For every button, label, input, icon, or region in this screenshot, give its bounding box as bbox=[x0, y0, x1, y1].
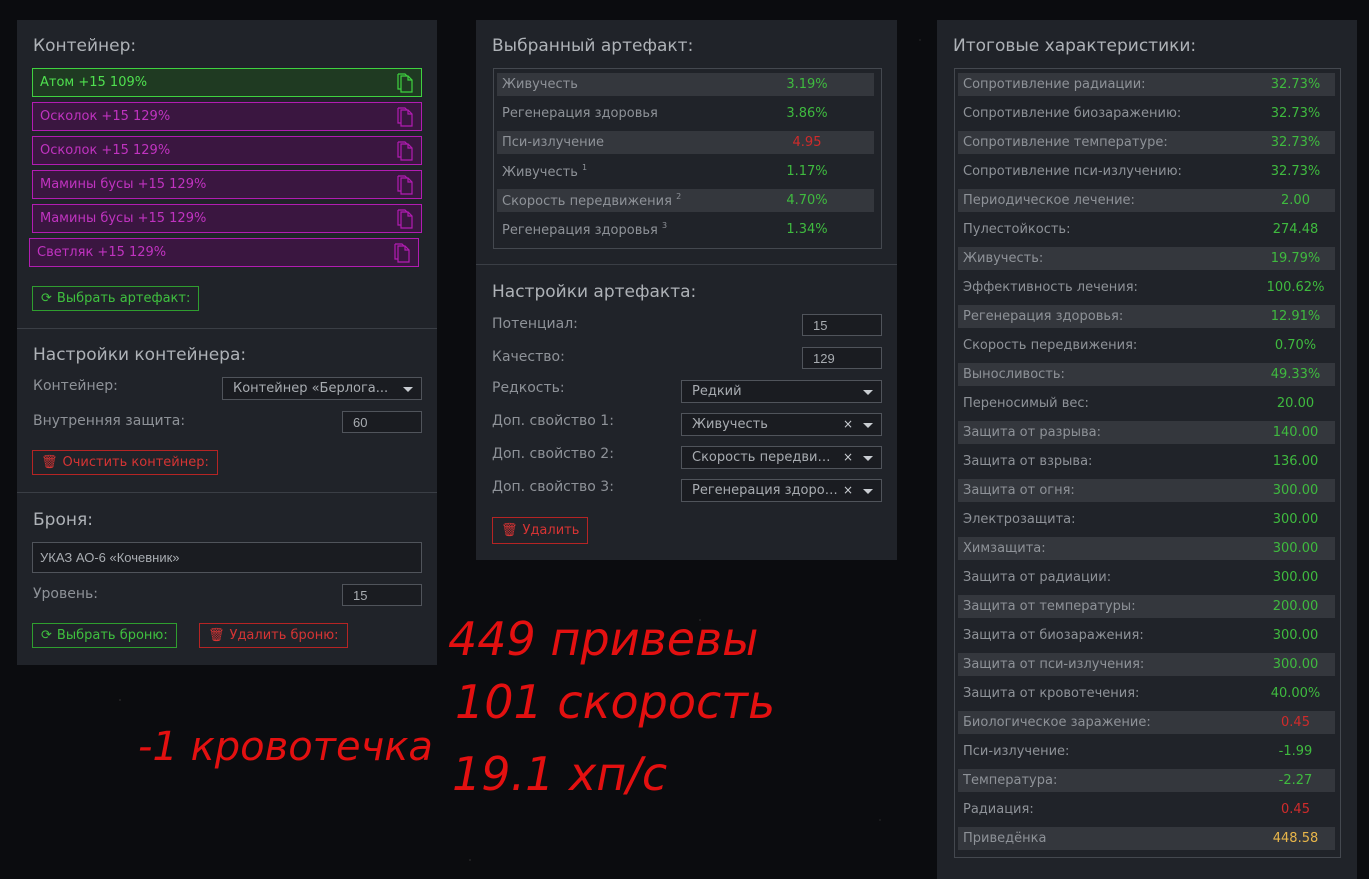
handwritten-line3: 19.1 хп/с bbox=[452, 747, 667, 801]
handwritten-line4: -1 кровотечка bbox=[138, 724, 433, 770]
handwritten-annotations: 449 привевы 101 скорость 19.1 хп/с -1 кр… bbox=[138, 612, 775, 801]
handwritten-line1: 449 привевы bbox=[448, 612, 758, 666]
handwritten-line2: 101 скорость bbox=[455, 675, 775, 729]
